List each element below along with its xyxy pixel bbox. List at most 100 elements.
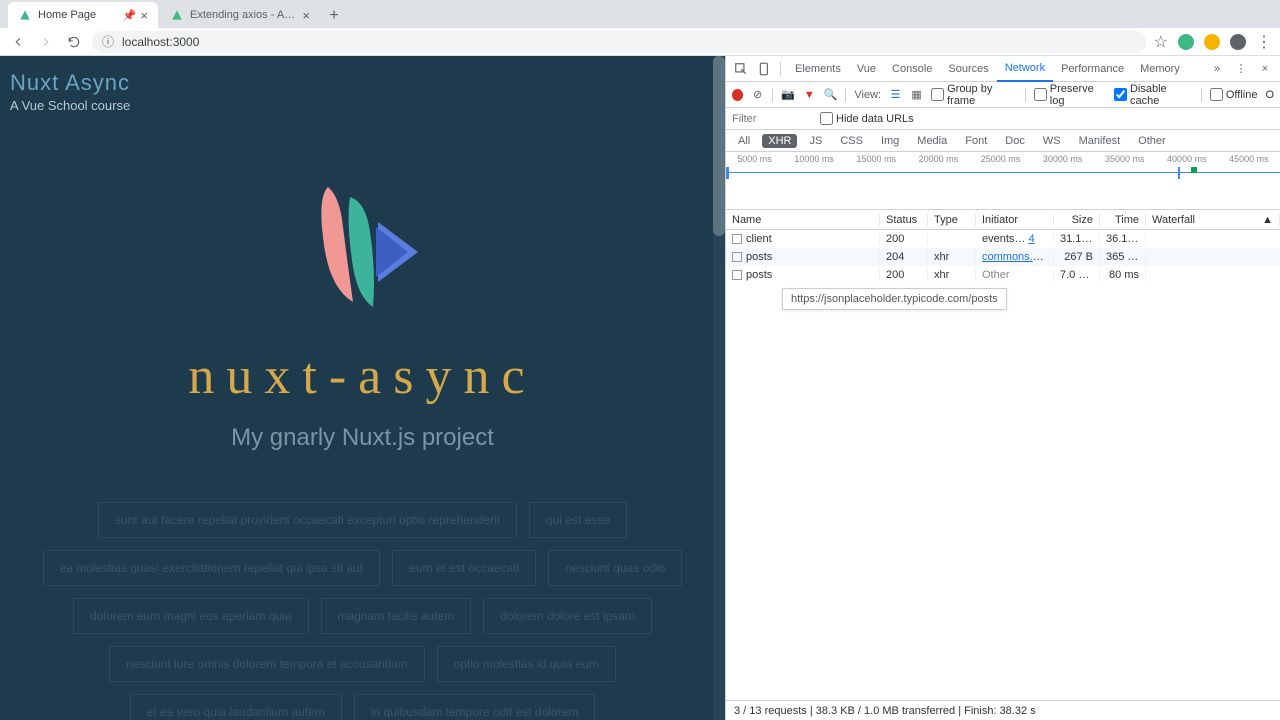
favicon-icon — [18, 8, 32, 22]
post-link[interactable]: sunt aut facere repellat provident occae… — [98, 502, 517, 538]
tab-elements[interactable]: Elements — [787, 56, 849, 82]
tab-console[interactable]: Console — [884, 56, 940, 82]
forward-button[interactable] — [36, 32, 56, 52]
col-status[interactable]: Status — [880, 214, 928, 226]
type-img[interactable]: Img — [875, 134, 905, 148]
type-doc[interactable]: Doc — [999, 134, 1031, 148]
extension-icons: ☆ ⋮ — [1154, 32, 1272, 52]
device-icon[interactable] — [756, 60, 774, 78]
view-frame-icon[interactable]: ▦ — [910, 88, 923, 102]
close-icon[interactable]: × — [302, 8, 310, 23]
type-font[interactable]: Font — [959, 134, 993, 148]
view-label: View: — [854, 89, 881, 101]
tick: 20000 ms — [919, 154, 959, 164]
post-link[interactable]: ea molestias quasi exercitationem repell… — [43, 550, 381, 586]
table-row[interactable]: posts 204 xhr commons.ap… 267 B 365 ms — [726, 248, 1280, 266]
type-manifest[interactable]: Manifest — [1073, 134, 1127, 148]
table-row[interactable]: posts 200 xhr Other 7.0 KB 80 ms — [726, 266, 1280, 284]
post-link[interactable]: magnam facilis autem — [321, 598, 472, 634]
type-all[interactable]: All — [732, 134, 756, 148]
post-grid: sunt aut facere repellat provident occae… — [0, 472, 725, 720]
post-link[interactable]: dolorem dolore est ipsam — [483, 598, 652, 634]
filter-icon[interactable]: ▼ — [803, 88, 816, 102]
preserve-log-checkbox[interactable]: Preserve log — [1034, 83, 1106, 107]
network-table: Name Status Type Initiator Size Time Wat… — [726, 210, 1280, 700]
post-link[interactable]: et ea vero quia laudantium autem — [130, 694, 342, 720]
network-controls: ⊘ 📷 ▼ 🔍 View: ☰ ▦ Group by frame Preserv… — [726, 82, 1280, 108]
view-list-icon[interactable]: ☰ — [889, 88, 902, 102]
scrollbar[interactable] — [713, 56, 725, 720]
col-waterfall[interactable]: Waterfall ▲ — [1146, 214, 1280, 226]
back-button[interactable] — [8, 32, 28, 52]
tab-performance[interactable]: Performance — [1053, 56, 1132, 82]
hero-subtitle: My gnarly Nuxt.js project — [40, 424, 685, 452]
type-js[interactable]: JS — [803, 134, 828, 148]
col-name[interactable]: Name — [726, 214, 880, 226]
col-time[interactable]: Time — [1100, 214, 1146, 226]
group-by-frame-checkbox[interactable]: Group by frame — [931, 83, 1017, 107]
tab-vue[interactable]: Vue — [849, 56, 884, 82]
type-xhr[interactable]: XHR — [762, 134, 797, 148]
tab-network[interactable]: Network — [997, 56, 1053, 82]
post-link[interactable]: eum et est occaecati — [392, 550, 536, 586]
post-link[interactable]: nesciunt iure omnis dolorem tempora et a… — [109, 646, 424, 682]
scrollbar-thumb[interactable] — [713, 56, 725, 236]
tab-title: Home Page — [38, 9, 119, 21]
camera-icon[interactable]: 📷 — [781, 88, 795, 102]
tab-memory[interactable]: Memory — [1132, 56, 1188, 82]
search-icon[interactable]: 🔍 — [824, 88, 838, 102]
table-row[interactable]: client 200 events… 4 31.1 KB 36.17 s — [726, 230, 1280, 248]
tab-sources[interactable]: Sources — [940, 56, 996, 82]
extension-icon[interactable] — [1178, 34, 1194, 50]
type-ws[interactable]: WS — [1037, 134, 1067, 148]
post-link[interactable]: dolorem eum magni eos aperiam quia — [73, 598, 308, 634]
tab-title: Extending axios - Axios Modu... — [190, 9, 298, 21]
avatar-icon[interactable] — [1230, 34, 1246, 50]
nuxt-logo — [298, 167, 428, 317]
filter-input[interactable] — [732, 113, 812, 125]
online-dropdown[interactable]: O — [1265, 89, 1274, 101]
type-media[interactable]: Media — [911, 134, 953, 148]
info-icon: ⓘ — [102, 33, 116, 50]
col-type[interactable]: Type — [928, 214, 976, 226]
hide-data-urls-checkbox[interactable]: Hide data URLs — [820, 112, 914, 125]
col-initiator[interactable]: Initiator — [976, 214, 1054, 226]
type-css[interactable]: CSS — [834, 134, 869, 148]
close-icon[interactable]: × — [140, 8, 148, 23]
tick: 25000 ms — [981, 154, 1021, 164]
record-button[interactable] — [732, 89, 743, 101]
col-size[interactable]: Size — [1054, 214, 1100, 226]
new-tab-button[interactable]: + — [322, 4, 346, 28]
page-title: Nuxt Async — [10, 70, 715, 96]
reload-button[interactable] — [64, 32, 84, 52]
browser-tab-active[interactable]: Home Page 📌 × — [8, 2, 158, 28]
browser-tab[interactable]: Extending axios - Axios Modu... × — [160, 2, 320, 28]
clear-icon[interactable]: ⊘ — [751, 88, 764, 102]
file-icon — [732, 252, 742, 262]
post-link[interactable]: nesciunt quas odio — [548, 550, 682, 586]
url-text: localhost:3000 — [122, 35, 199, 49]
timeline-overview[interactable]: 5000 ms 10000 ms 15000 ms 20000 ms 25000… — [726, 152, 1280, 210]
favicon-icon — [170, 8, 184, 22]
close-icon[interactable]: × — [1256, 60, 1274, 78]
menu-icon[interactable]: ⋮ — [1256, 32, 1272, 52]
table-header: Name Status Type Initiator Size Time Wat… — [726, 210, 1280, 230]
type-other[interactable]: Other — [1132, 134, 1172, 148]
extension-icon[interactable] — [1204, 34, 1220, 50]
more-tabs-icon[interactable]: » — [1208, 60, 1226, 78]
post-link[interactable]: optio molestias id quia eum — [437, 646, 616, 682]
address-bar[interactable]: ⓘ localhost:3000 — [92, 31, 1146, 53]
filter-row: Hide data URLs — [726, 108, 1280, 130]
pin-icon: 📌 — [123, 9, 137, 22]
offline-checkbox[interactable]: Offline — [1210, 88, 1258, 101]
tick: 45000 ms — [1229, 154, 1269, 164]
hero-title: nuxt-async — [40, 347, 685, 406]
post-link[interactable]: qui est esse — [529, 502, 627, 538]
settings-icon[interactable]: ⋮ — [1232, 60, 1250, 78]
disable-cache-checkbox[interactable]: Disable cache — [1114, 83, 1193, 107]
inspect-icon[interactable] — [732, 60, 750, 78]
tick: 30000 ms — [1043, 154, 1083, 164]
post-link[interactable]: in quibusdam tempore odit est dolorem — [354, 694, 595, 720]
star-icon[interactable]: ☆ — [1154, 32, 1168, 52]
tick: 10000 ms — [794, 154, 834, 164]
